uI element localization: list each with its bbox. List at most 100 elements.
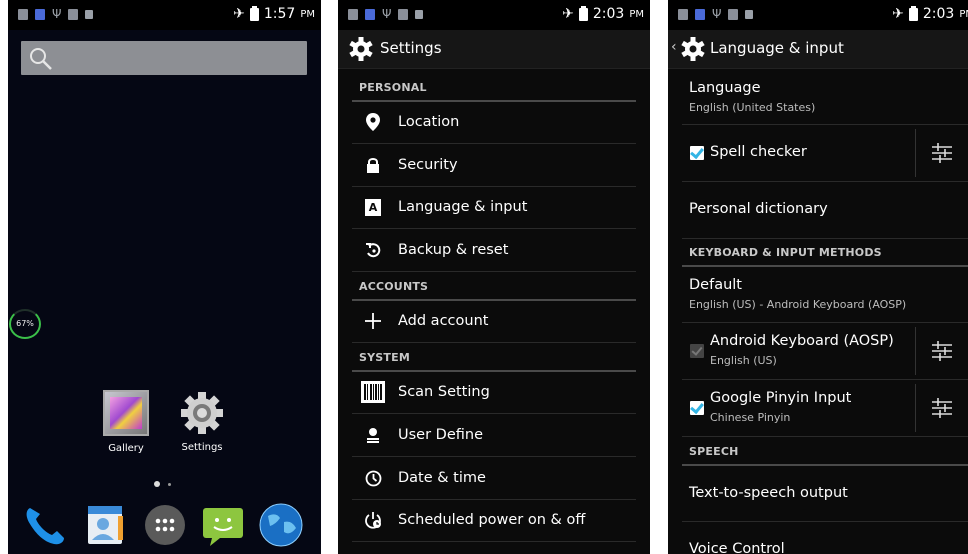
gear-icon	[181, 392, 223, 434]
settings-item-user-define[interactable]: User Define	[352, 414, 636, 457]
settings-screen: Ψ ✈ 2:03 PM Settings PERSONAL Location Se…	[338, 0, 650, 554]
android-keyboard-row: Android Keyboard (AOSP) English (US)	[682, 323, 968, 380]
language-title: Language	[689, 80, 761, 96]
personal-dictionary[interactable]: Personal dictionary	[682, 182, 968, 239]
page-title: Settings	[380, 39, 442, 57]
settings-app[interactable]: Settings	[172, 390, 232, 453]
language-setting[interactable]: Language English (United States)	[682, 68, 968, 125]
language-value: English (United States)	[689, 101, 816, 114]
divider	[915, 384, 916, 432]
usb-icon: Ψ	[712, 7, 722, 21]
settings-item-label: Security	[398, 157, 458, 173]
gear-icon[interactable]	[348, 36, 374, 62]
settings-item-label: Scheduled power on & off	[398, 512, 586, 528]
google-pinyin-title: Google Pinyin Input	[710, 390, 852, 406]
settings-item-date-time[interactable]: Date & time	[352, 457, 636, 500]
settings-item-label: Add account	[398, 313, 489, 329]
sim-icon	[695, 9, 705, 20]
settings-item-language-input[interactable]: A Language & input	[352, 186, 636, 229]
settings-item-label: Scan Setting	[398, 384, 490, 400]
android-keyboard-sub: English (US)	[710, 354, 777, 367]
airplane-mode-icon: ✈	[562, 6, 574, 22]
messaging-icon[interactable]	[200, 502, 246, 548]
action-bar: Settings	[338, 30, 650, 69]
browser-icon[interactable]	[258, 502, 304, 548]
settings-sliders-icon[interactable]	[931, 340, 953, 362]
settings-item-label: Location	[398, 114, 460, 130]
battery-widget[interactable]: 67%	[9, 309, 41, 339]
back-chevron-icon[interactable]: ‹	[671, 39, 677, 55]
clock-ampm: PM	[300, 8, 315, 20]
personal-dictionary-label: Personal dictionary	[689, 201, 828, 217]
sim-icon	[35, 9, 45, 20]
settings-item-label: Date & time	[398, 470, 486, 486]
usb-icon: Ψ	[382, 7, 392, 21]
gear-icon[interactable]	[680, 36, 706, 62]
svg-text:A: A	[369, 201, 378, 214]
backup-restore-icon	[365, 242, 380, 257]
status-bar: Ψ ✈ 2:03 PM	[338, 0, 650, 30]
airplane-mode-icon: ✈	[233, 6, 245, 22]
settings-item-scheduled-power[interactable]: Scheduled power on & off	[352, 499, 636, 542]
settings-item-add-account[interactable]: Add account	[352, 300, 636, 343]
settings-item-location[interactable]: Location	[352, 101, 636, 144]
clock-icon	[365, 470, 381, 486]
battery-icon	[908, 5, 918, 21]
search-icon	[30, 48, 52, 70]
power-schedule-icon	[365, 512, 381, 529]
sd-card-icon	[745, 10, 754, 19]
settings-item-label: Language & input	[398, 199, 528, 215]
clock-time: 2:03	[592, 6, 625, 22]
add-icon	[365, 313, 381, 329]
notification-icon	[678, 9, 688, 20]
section-personal: PERSONAL	[352, 75, 636, 102]
gallery-app[interactable]: Gallery	[100, 390, 152, 454]
page-dot-active	[154, 481, 160, 487]
settings-label: Settings	[181, 442, 223, 453]
voice-control-label: Voice Control	[689, 541, 785, 554]
default-title: Default	[689, 277, 742, 293]
google-pinyin-checkbox[interactable]	[690, 401, 704, 415]
section-accounts: ACCOUNTS	[352, 274, 636, 301]
status-bar: Ψ ✈ 2:03 PM	[668, 0, 968, 30]
clock-time: 2:03	[922, 6, 955, 22]
default-value: English (US) - Android Keyboard (AOSP)	[689, 298, 907, 311]
dock	[8, 498, 321, 554]
voice-control[interactable]: Voice Control	[682, 522, 968, 554]
settings-item-label: User Define	[398, 427, 483, 443]
page-dot	[168, 482, 171, 486]
settings-sliders-icon[interactable]	[931, 397, 953, 419]
location-pin-icon	[366, 113, 380, 131]
section-speech: SPEECH	[682, 439, 968, 466]
sd-card-icon	[85, 10, 94, 19]
settings-item-scan-setting[interactable]: Scan Setting	[352, 371, 636, 414]
clock-time: 1:57	[263, 6, 296, 22]
spell-checker-row: Spell checker	[682, 125, 968, 182]
settings-item-security[interactable]: Security	[352, 144, 636, 187]
google-pinyin-sub: Chinese Pinyin	[710, 411, 791, 424]
lock-icon	[367, 158, 379, 173]
gallery-icon	[103, 390, 149, 436]
section-keyboard-input: KEYBOARD & INPUT METHODS	[682, 240, 968, 267]
page-indicator	[154, 481, 171, 487]
phone-icon[interactable]	[22, 502, 68, 548]
sim-icon	[365, 9, 375, 20]
search-bar[interactable]	[21, 41, 307, 75]
clock-ampm: PM	[629, 8, 644, 20]
language-input-screen: Ψ ✈ 2:03 PM ‹ Language & input Language E…	[668, 0, 968, 554]
spell-checker-label: Spell checker	[710, 144, 807, 160]
settings-sliders-icon[interactable]	[931, 142, 953, 164]
barcode-icon	[361, 381, 385, 403]
default-keyboard[interactable]: Default English (US) - Android Keyboard …	[682, 266, 968, 323]
home-screen: Ψ ✈ 1:57 PM 67% Gallery Settings	[8, 0, 321, 554]
spell-checker-checkbox[interactable]	[690, 146, 704, 160]
user-icon	[367, 428, 379, 443]
contacts-icon[interactable]	[82, 502, 128, 548]
text-to-speech[interactable]: Text-to-speech output	[682, 465, 968, 522]
notification-icon	[18, 9, 28, 20]
action-bar: ‹ Language & input	[668, 30, 968, 69]
battery-icon	[578, 5, 588, 21]
android-keyboard-checkbox[interactable]	[690, 344, 704, 358]
settings-item-backup-reset[interactable]: Backup & reset	[352, 229, 636, 272]
app-drawer-icon[interactable]	[142, 502, 188, 548]
